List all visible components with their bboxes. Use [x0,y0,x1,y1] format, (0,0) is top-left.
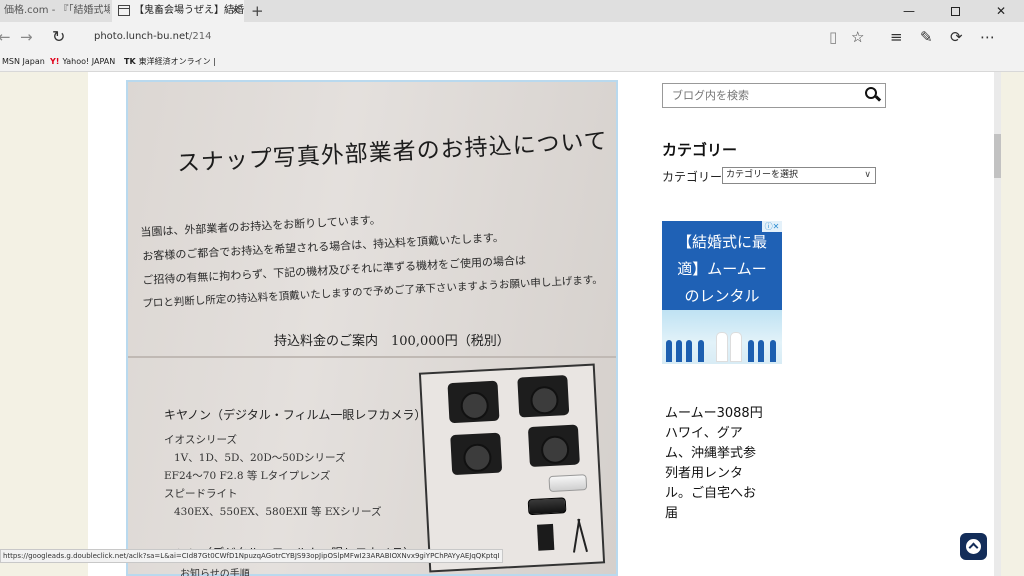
ad-figure [666,340,672,362]
yahoo-icon: Y! [50,57,60,66]
category-label: カテゴリー [662,170,723,184]
ad-figure [716,332,728,362]
page-icon [118,5,130,16]
camera-icon [517,374,570,418]
close-window-button[interactable]: ✕ [978,0,1024,22]
share-icon[interactable]: ⟳ [950,22,963,52]
favorite-msn[interactable]: MSN Japan [2,52,45,72]
ad-body-line: 届 [665,506,679,521]
back-arrow-icon[interactable]: ← [0,22,11,52]
photo-canon-line: 430EX、550EX、580EXⅡ 等 EXシリーズ [174,506,382,518]
page-scrollbar[interactable] [994,72,1001,576]
favorite-label: Yahoo! JAPAN [62,57,116,66]
ad-banner[interactable]: 【結婚式に最 適】ムームー のレンタル ⓘ✕ ムームー3088円 ハワイ、グア … [662,221,782,576]
toyokeizai-icon: TK [124,57,136,66]
window-edge [1001,72,1024,576]
flash-icon [537,523,555,551]
article-photo: スナップ写真外部業者のお持込について 当園は、外部業者のお持込をお断りしています… [126,80,618,576]
new-tab-button[interactable]: + [251,0,264,22]
web-note-icon[interactable]: ✎ [920,22,933,52]
ad-figure [770,340,776,362]
lens-icon [548,474,588,493]
refresh-icon[interactable]: ↻ [52,22,65,52]
ad-choices-icon[interactable]: ⓘ✕ [762,221,782,232]
scroll-to-top-button[interactable] [960,533,987,560]
ad-headline-line: 適】ムームー [677,260,767,278]
url-field[interactable]: photo.lunch-bu.net/214 [94,22,212,52]
camera-icon [447,380,500,424]
photo-canon-line: スピードライト [164,488,238,500]
address-bar: ← → ↻ photo.lunch-bu.net/214 ▯ ☆ ≡ ✎ ⟳ ⋯ [0,22,1024,52]
tab-bar: 価格.com - 『「結婚式場で出! 【鬼畜会場うぜえ】結婚式 ✕ + — ✕ [0,0,1024,22]
scrollbar-thumb[interactable] [994,134,1001,178]
tripod-icon [577,518,588,553]
sidebar: カテゴリー カテゴリー カテゴリーを選択 ∨ 【結婚式に最 適】ムームー のレン… [640,72,994,576]
photo-canon-heading: キヤノン（デジタル・フィルム一眼レフカメラ） [164,408,427,422]
ad-headline-line: 【結婚式に最 [676,233,767,251]
more-icon[interactable]: ⋯ [980,22,995,52]
tab-close-icon[interactable]: ✕ [231,0,240,22]
category-heading: カテゴリー [662,141,738,159]
blog-search [662,83,886,108]
ad-figure [758,340,764,362]
ad-body[interactable]: ムームー3088円 ハワイ、グア ム、沖縄挙式参 列者用レンタ ル。ご自宅へお … [665,404,777,524]
reading-view-icon[interactable]: ▯ [829,22,837,52]
hub-icon[interactable]: ≡ [890,22,903,52]
favorite-yahoo[interactable]: Y! Yahoo! JAPAN [50,52,115,72]
category-select-value: カテゴリーを選択 [726,170,799,180]
ad-figure [676,340,682,362]
favorite-star-icon[interactable]: ☆ [851,22,864,52]
scroll-to-top-icon [966,539,981,554]
photo-canon-line: EF24〜70 F2.8 等 Lタイプレンズ [164,470,331,482]
url-domain: photo.lunch-bu.net [94,31,190,42]
ad-body-line: ハワイ、グア [665,426,743,441]
ad-figure [748,340,754,362]
ad-figure [686,340,692,362]
camera-illustrations [418,363,606,573]
page-viewport: カテゴリー カテゴリー カテゴリーを選択 ∨ 【結婚式に最 適】ムームー のレン… [0,72,994,576]
ad-body-line: ム、沖縄挙式参 [665,446,757,461]
photo-canon-line: 1V、1D、5D、20D〜50Dシリーズ [174,452,346,464]
favorites-bar: MSN Japan Y! Yahoo! JAPAN TK 東洋経済オンライン | [0,52,1024,72]
maximize-button[interactable] [932,0,978,22]
chevron-down-icon: ∨ [864,170,871,180]
camera-icon [450,432,503,476]
status-url: https://googleads.g.doubleclick.net/aclk… [0,549,503,563]
camera-icon [527,424,580,468]
category-select[interactable]: カテゴリーを選択 ∨ [722,167,876,184]
search-input[interactable] [663,84,859,107]
url-path: /214 [189,31,212,42]
ad-body-line: 列者用レンタ [665,466,744,481]
below-text: お知らせの手順 [180,569,250,576]
ad-figure [730,332,742,362]
forward-arrow-icon[interactable]: → [20,22,33,52]
favorite-label: 東洋経済オンライン | [138,57,216,66]
tab-title: 価格.com - 『「結婚式場で出! [4,5,110,16]
photo-fee: 持込料金のご案内 100,000円（税別） [274,334,510,349]
maximize-icon [950,7,960,16]
ad-figure [698,340,704,362]
search-icon[interactable] [864,86,882,104]
ad-image[interactable] [662,310,782,364]
ad-body-line: ムームー3088円 [665,406,763,421]
tab-active[interactable]: 【鬼畜会場うぜえ】結婚式 ✕ [112,0,244,22]
minimize-button[interactable]: — [886,0,932,22]
photo-fold [128,356,616,358]
ad-headline[interactable]: 【結婚式に最 適】ムームー のレンタル [662,221,782,310]
ad-headline-line: のレンタル [684,287,760,305]
ad-body-line: ル。ご自宅へお [665,486,757,501]
photo-canon-line: イオスシリーズ [164,434,237,446]
lens-icon [527,497,567,516]
tab-title: 【鬼畜会場うぜえ】結婚式 [134,5,244,16]
tab-kakaku[interactable]: 価格.com - 『「結婚式場で出! [0,0,110,22]
favorite-toyokeizai[interactable]: TK 東洋経済オンライン | [124,52,216,72]
